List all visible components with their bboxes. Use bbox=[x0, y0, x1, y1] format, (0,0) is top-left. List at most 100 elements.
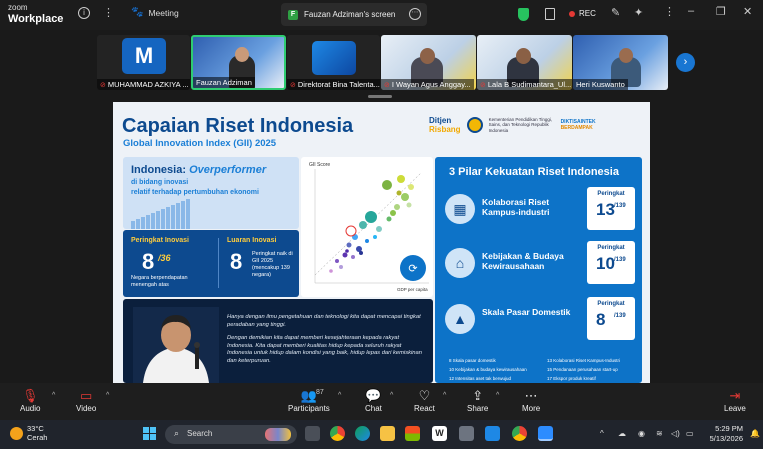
video-button[interactable]: ▭ Video bbox=[76, 387, 96, 413]
overperformer-line: relatif terhadap pertumbuhan ekonomi bbox=[131, 189, 259, 196]
taskbar-search[interactable]: ⌕ Search bbox=[165, 425, 297, 444]
pillar-rank-value: 10 bbox=[596, 254, 615, 273]
sun-icon bbox=[10, 426, 23, 440]
quote-text: Hanya dengan ilmu pengetahuan dan teknol… bbox=[227, 314, 427, 371]
edge-icon[interactable] bbox=[355, 426, 370, 441]
list-item: 17 Ekspor produk kreatif bbox=[547, 376, 596, 381]
tray-chevron-icon[interactable]: ^ bbox=[600, 429, 604, 438]
pillar-rank-value: 13 bbox=[596, 200, 615, 219]
tray-app-icon[interactable]: ☁ bbox=[618, 429, 626, 438]
next-participants-button[interactable]: › bbox=[676, 53, 695, 72]
participant-tile[interactable]: M ⊘ MUHAMMAD AZKIYA ... bbox=[97, 35, 190, 90]
chat-button[interactable]: 💬 Chat bbox=[365, 387, 382, 413]
more-button[interactable]: ⋯ More bbox=[522, 387, 540, 413]
participant-tile[interactable]: Heri Kuswanto bbox=[573, 35, 668, 90]
resize-handle[interactable] bbox=[368, 95, 392, 98]
task-view-icon[interactable] bbox=[305, 426, 320, 441]
shared-screen-pill[interactable]: F Fauzan Adziman's screen ⋯ bbox=[281, 3, 427, 26]
more-options-icon[interactable]: ⋮ bbox=[103, 6, 114, 19]
chat-options-chevron-icon[interactable]: ^ bbox=[390, 392, 393, 399]
share-button[interactable]: ⇪ Share bbox=[467, 387, 488, 413]
restore-icon[interactable]: ❐ bbox=[716, 5, 726, 18]
pillar-rank-card: Peringkat 10 /139 bbox=[587, 241, 635, 284]
recording-dot-icon bbox=[569, 10, 575, 17]
pillar-row: ▦ Kolaborasi Riset Kampus-industri Perin… bbox=[445, 187, 635, 233]
leave-button[interactable]: ⇥ Leave bbox=[724, 387, 746, 413]
windows-start-icon[interactable] bbox=[143, 427, 156, 440]
zoom-taskbar-icon[interactable] bbox=[538, 426, 553, 441]
background-bars bbox=[131, 199, 190, 229]
annotate-icon[interactable]: ✎ bbox=[611, 6, 620, 19]
chrome-profile-icon[interactable] bbox=[512, 426, 527, 441]
taskbar-clock[interactable]: 5:29 PM 5/13/2026 bbox=[703, 424, 743, 444]
ai-companion-icon[interactable]: ✦ bbox=[634, 6, 643, 19]
clock-date: 5/13/2026 bbox=[709, 434, 743, 443]
chrome-icon[interactable] bbox=[330, 426, 345, 441]
scatter-points bbox=[329, 175, 414, 273]
wikipedia-icon[interactable]: W bbox=[432, 426, 447, 441]
search-highlight-icon bbox=[265, 428, 291, 441]
participants-label: Participants bbox=[288, 404, 330, 413]
slide-logos: Ditjen Risbang Kementerian Pendidikan Tin… bbox=[429, 116, 596, 134]
view-options-icon[interactable]: ⋯ bbox=[409, 8, 421, 20]
muted-mic-icon: ⊘ bbox=[100, 82, 106, 89]
participant-name: ⊘ MUHAMMAD AZKIYA ... bbox=[97, 79, 190, 90]
participants-options-chevron-icon[interactable]: ^ bbox=[338, 392, 341, 399]
notes-icon[interactable] bbox=[545, 8, 555, 20]
growth-chart-icon: ▲ bbox=[445, 304, 475, 334]
battery-icon[interactable]: ▭ bbox=[686, 429, 694, 438]
recording-indicator[interactable]: REC bbox=[569, 9, 596, 18]
leave-icon: ⇥ bbox=[729, 388, 741, 403]
app-icon[interactable] bbox=[485, 426, 500, 441]
participant-tile[interactable]: ⊘ I Wayan Agus Anggay... bbox=[381, 35, 476, 90]
clock-time: 5:29 PM bbox=[715, 424, 743, 433]
minimize-icon[interactable]: – bbox=[688, 5, 694, 17]
pillar-label: Kolaborasi Riset Kampus-industri bbox=[482, 197, 550, 217]
camera-icon[interactable] bbox=[459, 426, 474, 441]
weather-condition: Cerah bbox=[27, 433, 48, 442]
participant-tile-active-speaker[interactable]: Fauzan Adziman bbox=[191, 35, 286, 90]
money-growth-glyph: ⟳ bbox=[408, 262, 417, 275]
participant-tile[interactable]: ⊘ Direktorat Bina Talenta... bbox=[287, 35, 380, 90]
store-icon[interactable] bbox=[405, 426, 420, 441]
muted-mic-icon: ⊘ bbox=[480, 82, 486, 89]
tray-app-icon[interactable]: ◉ bbox=[638, 429, 645, 438]
share-options-chevron-icon[interactable]: ^ bbox=[496, 392, 499, 399]
list-item: 12 Intensitas aset tak berwujud bbox=[449, 376, 512, 381]
react-button[interactable]: ♡ React bbox=[414, 387, 435, 413]
pillars-title: 3 Pilar Kekuatan Riset Indonesia bbox=[449, 166, 619, 178]
close-icon[interactable]: ✕ bbox=[743, 5, 752, 18]
pillar-rank-total: /139 bbox=[614, 313, 626, 319]
video-options-chevron-icon[interactable]: ^ bbox=[106, 392, 109, 399]
info-icon[interactable]: i bbox=[78, 7, 90, 19]
participants-button[interactable]: 👥 87 Participants bbox=[288, 387, 330, 413]
search-icon: ⌕ bbox=[174, 428, 180, 438]
weather-widget[interactable]: 33°C Cerah bbox=[10, 424, 47, 442]
more-icon[interactable]: ⋮ bbox=[664, 5, 675, 18]
react-options-chevron-icon[interactable]: ^ bbox=[443, 392, 446, 399]
share-label: Share bbox=[467, 404, 489, 413]
video-off-icon: ▭ bbox=[80, 388, 93, 403]
video-label: Video bbox=[76, 404, 97, 413]
audio-label: Audio bbox=[20, 404, 41, 413]
heart-icon: ♡ bbox=[418, 388, 431, 403]
recording-label: REC bbox=[579, 9, 596, 18]
ministry-name: Kementerian Pendidikan Tinggi, Sains, da… bbox=[488, 116, 553, 133]
organization-logo bbox=[312, 41, 356, 75]
wifi-icon[interactable]: ≋ bbox=[656, 429, 663, 438]
file-explorer-icon[interactable] bbox=[380, 426, 395, 441]
list-item: 10 Kebijakan & budaya kewirausahaan bbox=[449, 367, 527, 372]
pillar-rank-total: /139 bbox=[614, 257, 626, 263]
kemdiktisaintek-seal-icon bbox=[466, 117, 483, 133]
notification-bell-icon[interactable]: 🔔 bbox=[750, 429, 760, 438]
pillar-label: Skala Pasar Domestik bbox=[482, 307, 571, 317]
volume-icon[interactable]: ◁) bbox=[671, 429, 680, 438]
zoom-brand: zoom Workplace bbox=[8, 3, 63, 25]
security-shield-icon[interactable] bbox=[518, 8, 529, 21]
pillar-rank-total: /139 bbox=[614, 203, 626, 209]
meeting-button[interactable]: 🐾 Meeting bbox=[131, 7, 179, 18]
audio-options-chevron-icon[interactable]: ^ bbox=[52, 392, 55, 399]
participant-tile[interactable]: ⊘ Lala B Sudimantara_Ul... bbox=[477, 35, 572, 90]
overperformer-heading: Indonesia: Overperformer bbox=[131, 164, 267, 176]
audio-button[interactable]: 🎙 Audio bbox=[20, 387, 40, 413]
